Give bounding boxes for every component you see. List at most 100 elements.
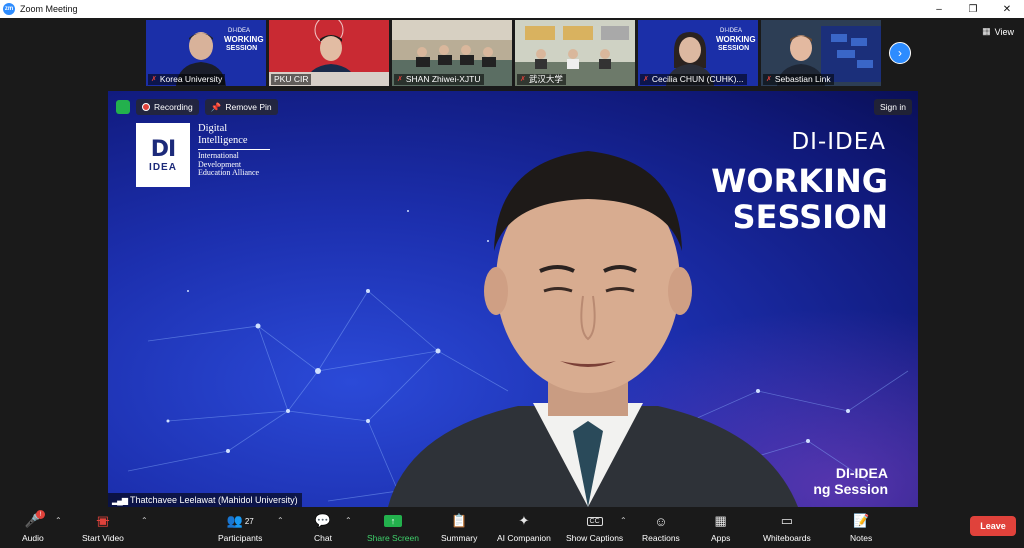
window-title: Zoom Meeting — [20, 4, 78, 14]
di-idea-logo: DI IDEA Digital Intelligence Internation… — [136, 123, 276, 187]
meeting-status-bar: Recording 📌 Remove Pin — [116, 99, 278, 115]
bottom-brand-text: DI-IDEA ng Session — [813, 465, 888, 497]
pin-icon: 📌 — [210, 101, 222, 112]
audio-options-caret[interactable]: ⌃ — [55, 516, 62, 525]
restore-icon: ❐ — [968, 3, 978, 15]
ai-companion-button[interactable]: ✦ AI Companion — [497, 512, 551, 543]
logo-divider — [198, 149, 270, 150]
remove-pin-label: Remove Pin — [225, 102, 272, 112]
share-screen-button[interactable]: ↑ Share Screen — [367, 512, 419, 543]
close-icon: ✕ — [1002, 3, 1012, 15]
share-screen-icon: ↑ — [383, 512, 402, 530]
audio-button[interactable]: 🎤! Audio — [22, 510, 45, 543]
logo-line: Intelligence — [198, 135, 248, 146]
smiley-icon: ☺ — [654, 513, 668, 529]
thumb-working: WORKING — [716, 35, 756, 44]
security-shield-icon[interactable] — [116, 100, 130, 114]
participant-thumbnail[interactable]: ✗ SHAN Zhiwei-XJTU — [392, 20, 512, 86]
minimize-icon: – — [936, 3, 942, 15]
participants-options-caret[interactable]: ⌃ — [277, 516, 284, 525]
notes-icon: 📝 — [853, 513, 870, 528]
participant-thumbnail[interactable]: ✗ 武汉大学 — [515, 20, 635, 86]
title-bar: zm Zoom Meeting – ❐ ✕ — [0, 0, 1024, 18]
next-page-button[interactable]: › — [889, 42, 911, 64]
chat-options-caret[interactable]: ⌃ — [345, 516, 352, 525]
summary-button[interactable]: 📋 Summary — [441, 512, 477, 543]
close-button[interactable]: ✕ — [990, 0, 1024, 18]
captions-options-caret[interactable]: ⌃ — [620, 516, 627, 525]
participant-name: 武汉大学 — [528, 74, 563, 84]
chat-label: Chat — [314, 533, 332, 543]
zoom-app-icon: zm — [3, 3, 15, 15]
participant-name: PKU CIR — [274, 74, 309, 84]
thumbnail-name-label: PKU CIR — [271, 74, 312, 85]
thumbnail-name-label: ✗ Korea University — [148, 74, 226, 85]
thumbnail-name-label: ✗ Sebastian Link — [763, 74, 834, 85]
logo-mark: DI IDEA — [136, 123, 190, 187]
participant-thumbnail[interactable]: PKU CIR — [269, 20, 389, 86]
active-speaker-video[interactable]: Recording 📌 Remove Pin Sign in DI IDEA D… — [108, 91, 918, 507]
notes-button[interactable]: 📝 Notes — [850, 512, 872, 543]
sign-in-button[interactable]: Sign in — [874, 99, 912, 115]
reactions-label: Reactions — [642, 533, 680, 543]
participant-thumbnail[interactable]: ✗ Sebastian Link — [761, 20, 881, 86]
reactions-button[interactable]: ☺ Reactions — [642, 512, 680, 544]
leave-button[interactable]: Leave — [970, 516, 1016, 536]
whiteboard-icon: ▭ — [780, 513, 793, 528]
chat-bubble-icon: 💬 — [314, 513, 332, 528]
audio-alert-badge: ! — [35, 510, 45, 519]
chat-button[interactable]: 💬 Chat — [314, 512, 332, 543]
participants-label: Participants — [218, 533, 263, 543]
audio-label: Audio — [22, 533, 44, 543]
start-video-button[interactable]: ▣ Start Video — [82, 512, 124, 543]
participant-thumbnail[interactable]: DI-IDEA WORKING SESSION ✗ Korea Universi… — [146, 20, 266, 86]
mic-muted-icon: ✗ — [397, 76, 403, 83]
active-speaker-name-label: ▂▄▆ Thatchavee Leelawat (Mahidol Univers… — [108, 493, 302, 507]
video-options-caret[interactable]: ⌃ — [141, 516, 148, 525]
speaker-figure — [388, 151, 798, 507]
thumb-session: SESSION — [226, 45, 257, 52]
grid-view-icon: ▦ — [982, 26, 991, 36]
view-button[interactable]: ▦ View — [982, 26, 1014, 37]
summary-label: Summary — [441, 533, 478, 543]
meeting-toolbar: 🎤! Audio ⌃ ▣ Start Video ⌃ 👥 27 Participa… — [0, 508, 1024, 548]
restore-button[interactable]: ❐ — [956, 0, 990, 18]
whiteboards-label: Whiteboards — [763, 533, 811, 543]
minimize-button[interactable]: – — [922, 0, 956, 18]
thumbnail-name-label: ✗ Cecilia CHUN (CUHK)... — [640, 74, 747, 85]
participant-name: SHAN Zhiwei-XJTU — [405, 74, 481, 84]
participants-count: 27 — [244, 516, 254, 526]
share-screen-label: Share Screen — [367, 533, 419, 543]
logo-line: Digital — [198, 123, 228, 134]
participant-thumbnail[interactable]: DI-IDEA WORKING SESSION ✗ Cecilia CHUN (… — [638, 20, 758, 86]
whiteboards-button[interactable]: ▭ Whiteboards — [763, 512, 811, 543]
thumbnail-name-label: ✗ SHAN Zhiwei-XJTU — [394, 74, 484, 85]
video-camera-off-icon: ▣ — [96, 513, 110, 528]
recording-dot-icon — [142, 103, 150, 111]
mic-muted-icon: ✗ — [151, 76, 157, 83]
participants-button[interactable]: 👥 27 Participants — [218, 512, 262, 543]
captions-icon: CC — [586, 512, 603, 530]
thumb-brand: DI-IDEA — [720, 28, 742, 34]
thumb-working: WORKING — [224, 35, 264, 44]
sparkle-icon: ✦ — [518, 513, 530, 528]
apps-button[interactable]: ▦ Apps — [711, 512, 730, 543]
remove-pin-button[interactable]: 📌 Remove Pin — [204, 99, 278, 115]
participant-name: Korea University — [159, 74, 223, 84]
thumb-session: SESSION — [718, 45, 749, 52]
participants-icon: 👥 27 — [226, 513, 254, 528]
participant-thumbnail-strip: DI-IDEA WORKING SESSION ✗ Korea Universi… — [146, 20, 881, 86]
logo-mark-top: DI — [150, 137, 176, 162]
microphone-icon: 🎤! — [25, 510, 45, 530]
recording-indicator[interactable]: Recording — [136, 99, 199, 115]
apps-label: Apps — [711, 533, 731, 543]
bottom-brand-line: ng Session — [813, 481, 888, 497]
show-captions-button[interactable]: CC Show Captions — [566, 512, 623, 543]
ai-companion-label: AI Companion — [497, 533, 551, 543]
show-captions-label: Show Captions — [566, 533, 624, 543]
apps-grid-icon: ▦ — [714, 513, 727, 528]
thumbnail-name-label: ✗ 武汉大学 — [517, 74, 566, 85]
summary-icon: 📋 — [451, 513, 468, 528]
meeting-stage: DI-IDEA WORKING SESSION ✗ Korea Universi… — [0, 18, 1024, 508]
logo-line: Education Alliance — [198, 168, 260, 177]
